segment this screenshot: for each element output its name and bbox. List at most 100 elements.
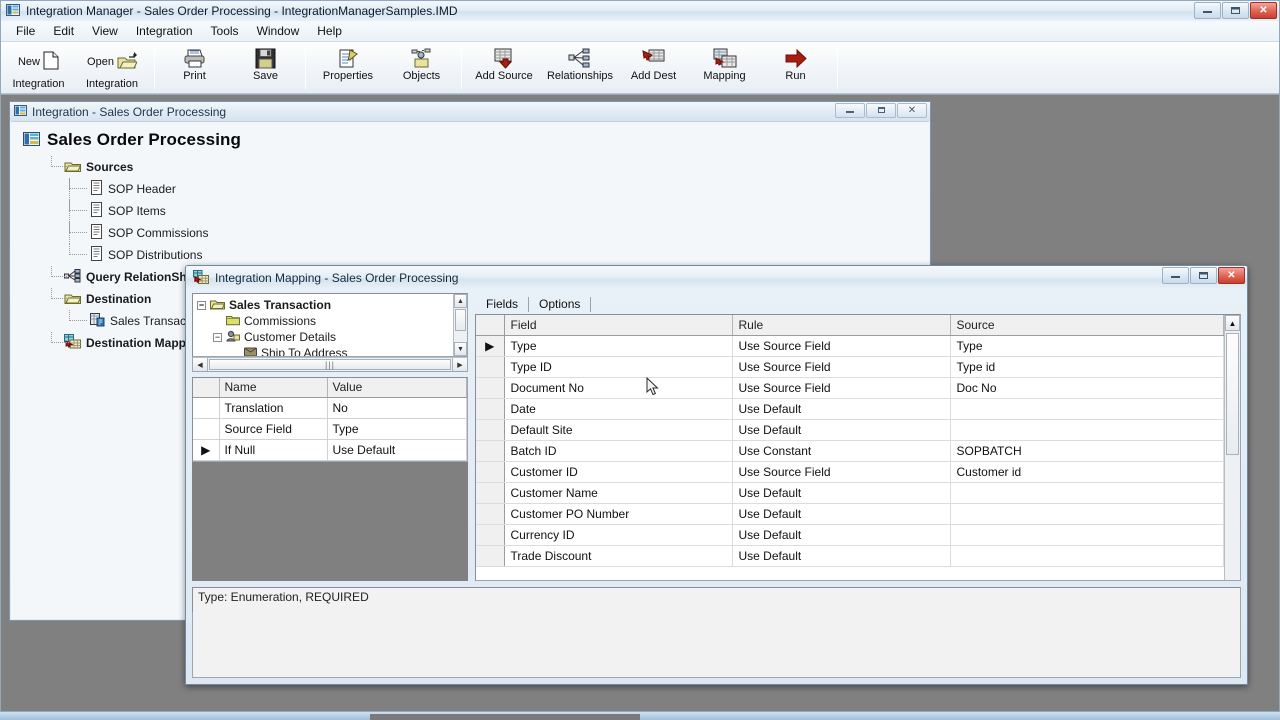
toolbar-button-add-source[interactable]: Add Source <box>466 44 542 93</box>
table-row[interactable]: Date Use Default <box>476 398 1224 420</box>
cell-source[interactable] <box>950 482 1224 504</box>
scroll-up-icon[interactable]: ▲ <box>1225 315 1240 331</box>
toolbar-button-run[interactable]: Run <box>760 44 831 93</box>
cell-rule[interactable]: Use Constant <box>732 440 951 462</box>
cell-source[interactable]: Customer id <box>950 461 1224 483</box>
cell-field: Customer ID <box>504 461 733 483</box>
menu-item-view[interactable]: View <box>83 22 127 40</box>
table-row[interactable]: Document No Use Source Field Doc No <box>476 377 1224 399</box>
cell-rule[interactable]: Use Default <box>732 503 951 525</box>
map-tree-item-sales-transaction[interactable]: − Sales Transaction <box>197 297 467 313</box>
cell-source[interactable] <box>950 545 1224 567</box>
table-row[interactable]: ▶ Type Use Source Field Type <box>476 335 1224 357</box>
tree-item-sop-items[interactable]: SOP Items <box>31 200 929 222</box>
cell-rule[interactable]: Use Source Field <box>732 356 951 378</box>
maximize-button[interactable] <box>1222 2 1249 19</box>
toolbar-button-save[interactable]: Save <box>230 44 301 93</box>
map-tree-item-ship-to-address[interactable]: Ship To Address <box>197 345 467 356</box>
scroll-right-icon[interactable]: ▶ <box>452 358 467 371</box>
cell-source[interactable] <box>950 398 1224 420</box>
integration-maximize-button[interactable] <box>866 103 896 118</box>
minimize-button[interactable] <box>1194 2 1221 19</box>
cell-source[interactable]: Type <box>950 335 1224 357</box>
scrollbar-thumb[interactable] <box>455 309 466 331</box>
table-row[interactable]: Type ID Use Source Field Type id <box>476 356 1224 378</box>
properties-column-value[interactable]: Value <box>327 378 467 398</box>
menu-item-window[interactable]: Window <box>248 22 309 40</box>
menu-item-file[interactable]: File <box>7 22 44 40</box>
expander-collapse-icon[interactable]: − <box>197 300 206 310</box>
fields-column-source[interactable]: Source <box>950 315 1224 336</box>
toolbar-button-objects[interactable]: Objects <box>386 44 457 93</box>
toolbar-label-add-dest: Add Dest <box>630 70 677 82</box>
toolbar-button-print[interactable]: Print <box>159 44 230 93</box>
tab-options[interactable]: Options <box>530 295 589 314</box>
toolbar-button-properties[interactable]: Properties <box>310 44 386 93</box>
cell-source[interactable] <box>950 524 1224 546</box>
table-row[interactable]: Customer PO Number Use Default <box>476 503 1224 525</box>
toolbar-button-open-integration[interactable]: Open Integration <box>74 44 150 93</box>
toolbar-button-mapping[interactable]: Mapping <box>689 44 760 93</box>
toolbar-label-properties: Properties <box>322 70 374 82</box>
destination-tree-horizontal-scrollbar[interactable]: ◀ ||| ▶ <box>192 357 468 372</box>
toolbar-button-add-dest[interactable]: Add Dest <box>618 44 689 93</box>
fields-grid-vertical-scrollbar[interactable]: ▲ <box>1224 315 1240 580</box>
toolbar-button-relationships[interactable]: Relationships <box>542 44 618 93</box>
destination-tree-vertical-scrollbar[interactable]: ▲ ▼ <box>453 294 467 356</box>
cell-rule[interactable]: Use Default <box>732 419 951 441</box>
property-value[interactable]: Use Default <box>327 439 467 461</box>
cell-rule[interactable]: Use Source Field <box>732 461 951 483</box>
mapping-maximize-button[interactable] <box>1190 267 1217 284</box>
scrollbar-thumb[interactable]: ||| <box>209 359 451 370</box>
tree-item-sop-commissions[interactable]: SOP Commissions <box>31 222 929 244</box>
menu-item-tools[interactable]: Tools <box>202 22 248 40</box>
fields-column-rule[interactable]: Rule <box>732 315 951 336</box>
cell-rule[interactable]: Use Default <box>732 482 951 504</box>
menu-item-integration[interactable]: Integration <box>127 22 202 40</box>
tree-label-sources: Sources <box>86 160 134 174</box>
table-row[interactable]: Default Site Use Default <box>476 419 1224 441</box>
cell-rule[interactable]: Use Default <box>732 524 951 546</box>
table-row[interactable]: Trade Discount Use Default <box>476 545 1224 567</box>
table-row[interactable]: Customer Name Use Default <box>476 482 1224 504</box>
fields-column-field[interactable]: Field <box>504 315 733 336</box>
scrollbar-thumb[interactable] <box>1226 333 1239 455</box>
mapping-minimize-button[interactable] <box>1162 267 1189 284</box>
cell-rule[interactable]: Use Source Field <box>732 335 951 357</box>
menu-item-edit[interactable]: Edit <box>44 22 83 40</box>
toolbar-button-new-integration[interactable]: New Integration <box>3 44 74 93</box>
table-row[interactable]: ▶ If Null Use Default <box>193 439 467 461</box>
integration-minimize-button[interactable] <box>835 103 865 118</box>
table-row[interactable]: Source Field Type <box>193 418 467 440</box>
cell-source[interactable] <box>950 419 1224 441</box>
table-row[interactable]: Batch ID Use Constant SOPBATCH <box>476 440 1224 462</box>
cell-source[interactable] <box>950 503 1224 525</box>
tab-fields[interactable]: Fields <box>477 295 527 314</box>
property-value[interactable]: No <box>327 397 467 419</box>
tree-item-sources[interactable]: Sources <box>31 156 929 178</box>
cell-source[interactable]: Type id <box>950 356 1224 378</box>
mapping-close-button[interactable]: ✕ <box>1218 267 1245 284</box>
cell-rule[interactable]: Use Default <box>732 398 951 420</box>
scroll-up-icon[interactable]: ▲ <box>454 294 467 308</box>
menu-item-help[interactable]: Help <box>308 22 351 40</box>
properties-column-name[interactable]: Name <box>219 378 328 398</box>
tree-item-sop-header[interactable]: SOP Header <box>31 178 929 200</box>
cell-source[interactable]: SOPBATCH <box>950 440 1224 462</box>
table-row[interactable]: Customer ID Use Source Field Customer id <box>476 461 1224 483</box>
cell-source[interactable]: Doc No <box>950 377 1224 399</box>
integration-window-titlebar: Integration - Sales Order Processing ✕ <box>10 102 930 121</box>
cell-rule[interactable]: Use Source Field <box>732 377 951 399</box>
tree-item-sop-distributions[interactable]: SOP Distributions <box>31 244 929 266</box>
integration-close-button[interactable]: ✕ <box>897 103 927 118</box>
table-row[interactable]: Translation No <box>193 397 467 419</box>
scroll-down-icon[interactable]: ▼ <box>454 342 467 356</box>
expander-collapse-icon[interactable]: − <box>213 332 222 342</box>
map-tree-item-commissions[interactable]: Commissions <box>197 313 467 329</box>
map-tree-item-customer-details[interactable]: − Customer Details <box>197 329 467 345</box>
close-button[interactable]: ✕ <box>1250 2 1277 19</box>
table-row[interactable]: Currency ID Use Default <box>476 524 1224 546</box>
scroll-left-icon[interactable]: ◀ <box>193 358 208 371</box>
cell-rule[interactable]: Use Default <box>732 545 951 567</box>
property-value[interactable]: Type <box>327 418 467 440</box>
